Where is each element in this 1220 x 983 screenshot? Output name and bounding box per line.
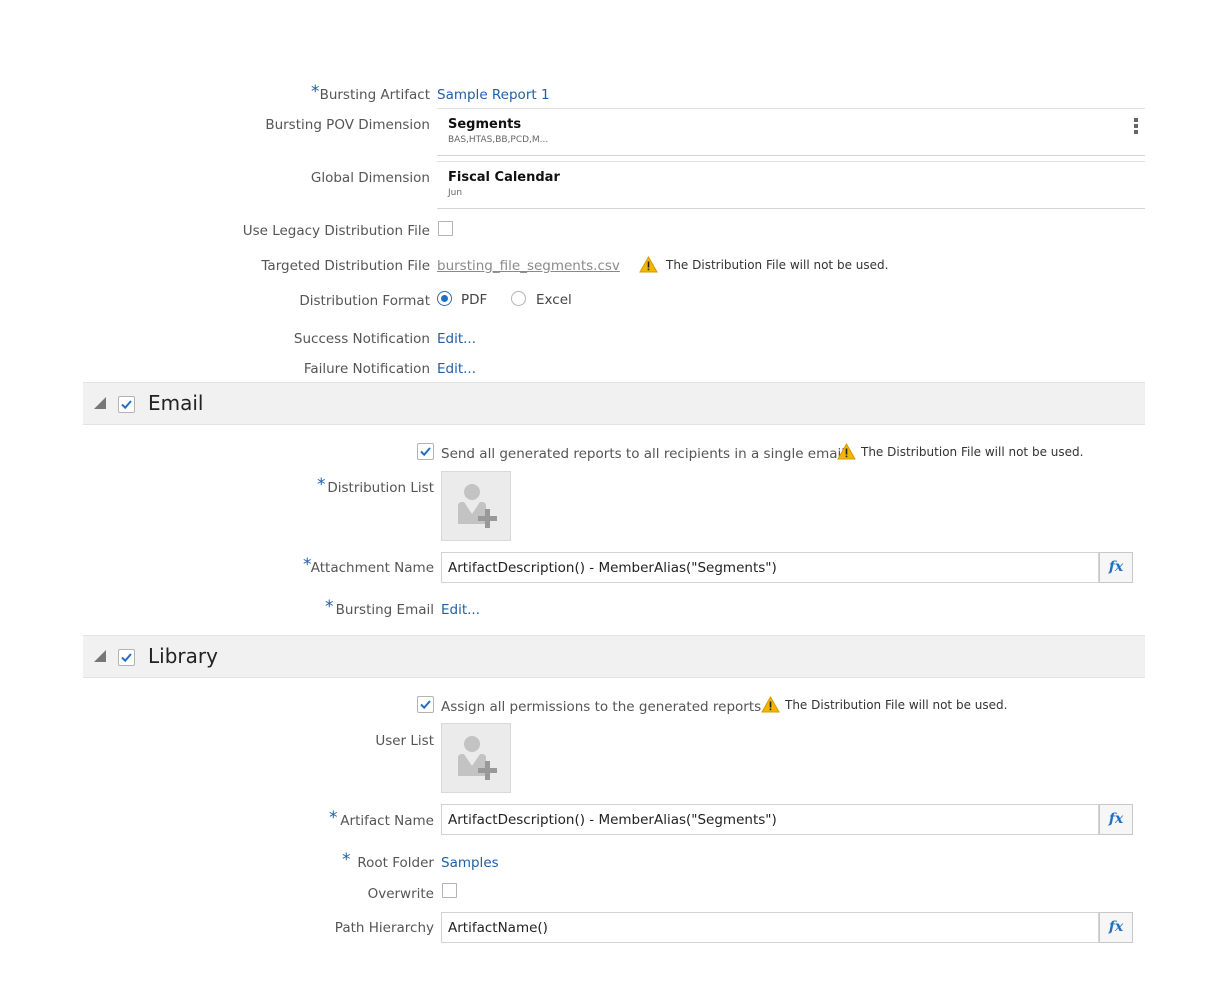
failure-notification-label: Failure Notification [303, 361, 430, 377]
artifact-name-input[interactable]: ArtifactDescription() - MemberAlias("Seg… [441, 804, 1099, 835]
artifact-name-fx-button[interactable]: fx [1099, 804, 1133, 835]
assign-permissions-warning: The Distribution File will not be used. [785, 698, 1008, 712]
user-list-picker[interactable] [441, 723, 511, 793]
path-hierarchy-input[interactable]: ArtifactName() [441, 912, 1099, 943]
required-marker: * [325, 597, 334, 617]
user-add-icon [458, 484, 497, 528]
pov-dimension-selector[interactable]: Segments BAS,HTAS,BB,PCD,M... [437, 108, 1145, 156]
bursting-artifact-label: Bursting Artifact [319, 87, 430, 103]
failure-notification-edit-link[interactable]: Edit... [437, 361, 476, 377]
single-email-checkbox[interactable] [417, 443, 434, 460]
attachment-name-label: Attachment Name [310, 560, 434, 576]
format-pdf-radio[interactable] [437, 291, 452, 306]
pov-dimension-members: BAS,HTAS,BB,PCD,M... [448, 135, 549, 145]
artifact-name-label: Artifact Name [340, 813, 434, 829]
bursting-artifact-link[interactable]: Sample Report 1 [437, 87, 550, 103]
required-marker: * [311, 82, 320, 102]
targeted-file-link[interactable]: bursting_file_segments.csv [437, 258, 620, 274]
bursting-email-edit-link[interactable]: Edit... [441, 602, 480, 618]
path-hierarchy-label: Path Hierarchy [334, 920, 434, 936]
assign-permissions-checkbox[interactable] [417, 696, 434, 713]
email-section-checkbox[interactable] [118, 396, 135, 413]
user-add-icon [458, 736, 497, 780]
global-dimension-label: Global Dimension [310, 170, 430, 186]
global-dimension-selector[interactable]: Fiscal Calendar Jun [437, 161, 1145, 209]
library-section-header[interactable]: Library [83, 635, 1145, 678]
pov-dimension-label: Bursting POV Dimension [265, 117, 430, 133]
warning-icon [639, 256, 658, 273]
checkmark-icon [420, 447, 431, 457]
root-folder-label: Root Folder [357, 855, 434, 871]
library-section-checkbox[interactable] [118, 649, 135, 666]
success-notification-edit-link[interactable]: Edit... [437, 331, 476, 347]
format-excel-radio[interactable] [511, 291, 526, 306]
distribution-format-label: Distribution Format [299, 293, 430, 309]
format-excel-label: Excel [536, 292, 572, 308]
fx-icon: fx [1108, 919, 1124, 935]
path-hierarchy-fx-button[interactable]: fx [1099, 912, 1133, 943]
single-email-label: Send all generated reports to all recipi… [441, 446, 846, 462]
format-pdf-label: PDF [461, 292, 488, 308]
root-folder-link[interactable]: Samples [441, 855, 499, 871]
overwrite-checkbox[interactable] [442, 883, 457, 898]
checkmark-icon [121, 653, 132, 663]
library-section-title: Library [148, 644, 218, 668]
fx-icon: fx [1108, 811, 1124, 827]
success-notification-label: Success Notification [293, 331, 430, 347]
checkmark-icon [121, 400, 132, 410]
legacy-file-checkbox[interactable] [438, 221, 453, 236]
required-marker: * [342, 850, 351, 870]
targeted-file-warning: The Distribution File will not be used. [666, 258, 889, 272]
kebab-menu-icon[interactable] [1134, 118, 1138, 136]
legacy-file-label: Use Legacy Distribution File [242, 223, 430, 239]
checkmark-icon [420, 700, 431, 710]
global-dimension-members: Jun [448, 188, 463, 198]
attachment-name-input[interactable]: ArtifactDescription() - MemberAlias("Seg… [441, 552, 1099, 583]
bursting-email-label: Bursting Email [335, 602, 434, 618]
targeted-file-label: Targeted Distribution File [261, 258, 430, 274]
pov-dimension-title: Segments [448, 117, 522, 132]
user-list-label: User List [375, 733, 434, 749]
attachment-name-fx-button[interactable]: fx [1099, 552, 1133, 583]
email-section-title: Email [148, 391, 204, 415]
warning-icon [837, 443, 856, 460]
warning-icon [761, 696, 780, 713]
assign-permissions-label: Assign all permissions to the generated … [441, 699, 762, 715]
collapse-triangle-icon[interactable] [94, 397, 106, 409]
distribution-list-label: Distribution List [327, 480, 434, 496]
email-section-header[interactable]: Email [83, 382, 1145, 425]
single-email-warning: The Distribution File will not be used. [861, 445, 1084, 459]
fx-icon: fx [1108, 559, 1124, 575]
required-marker: * [317, 475, 326, 495]
global-dimension-title: Fiscal Calendar [448, 170, 560, 185]
required-marker: * [329, 808, 338, 828]
collapse-triangle-icon[interactable] [94, 650, 106, 662]
distribution-list-picker[interactable] [441, 471, 511, 541]
overwrite-label: Overwrite [367, 886, 434, 902]
